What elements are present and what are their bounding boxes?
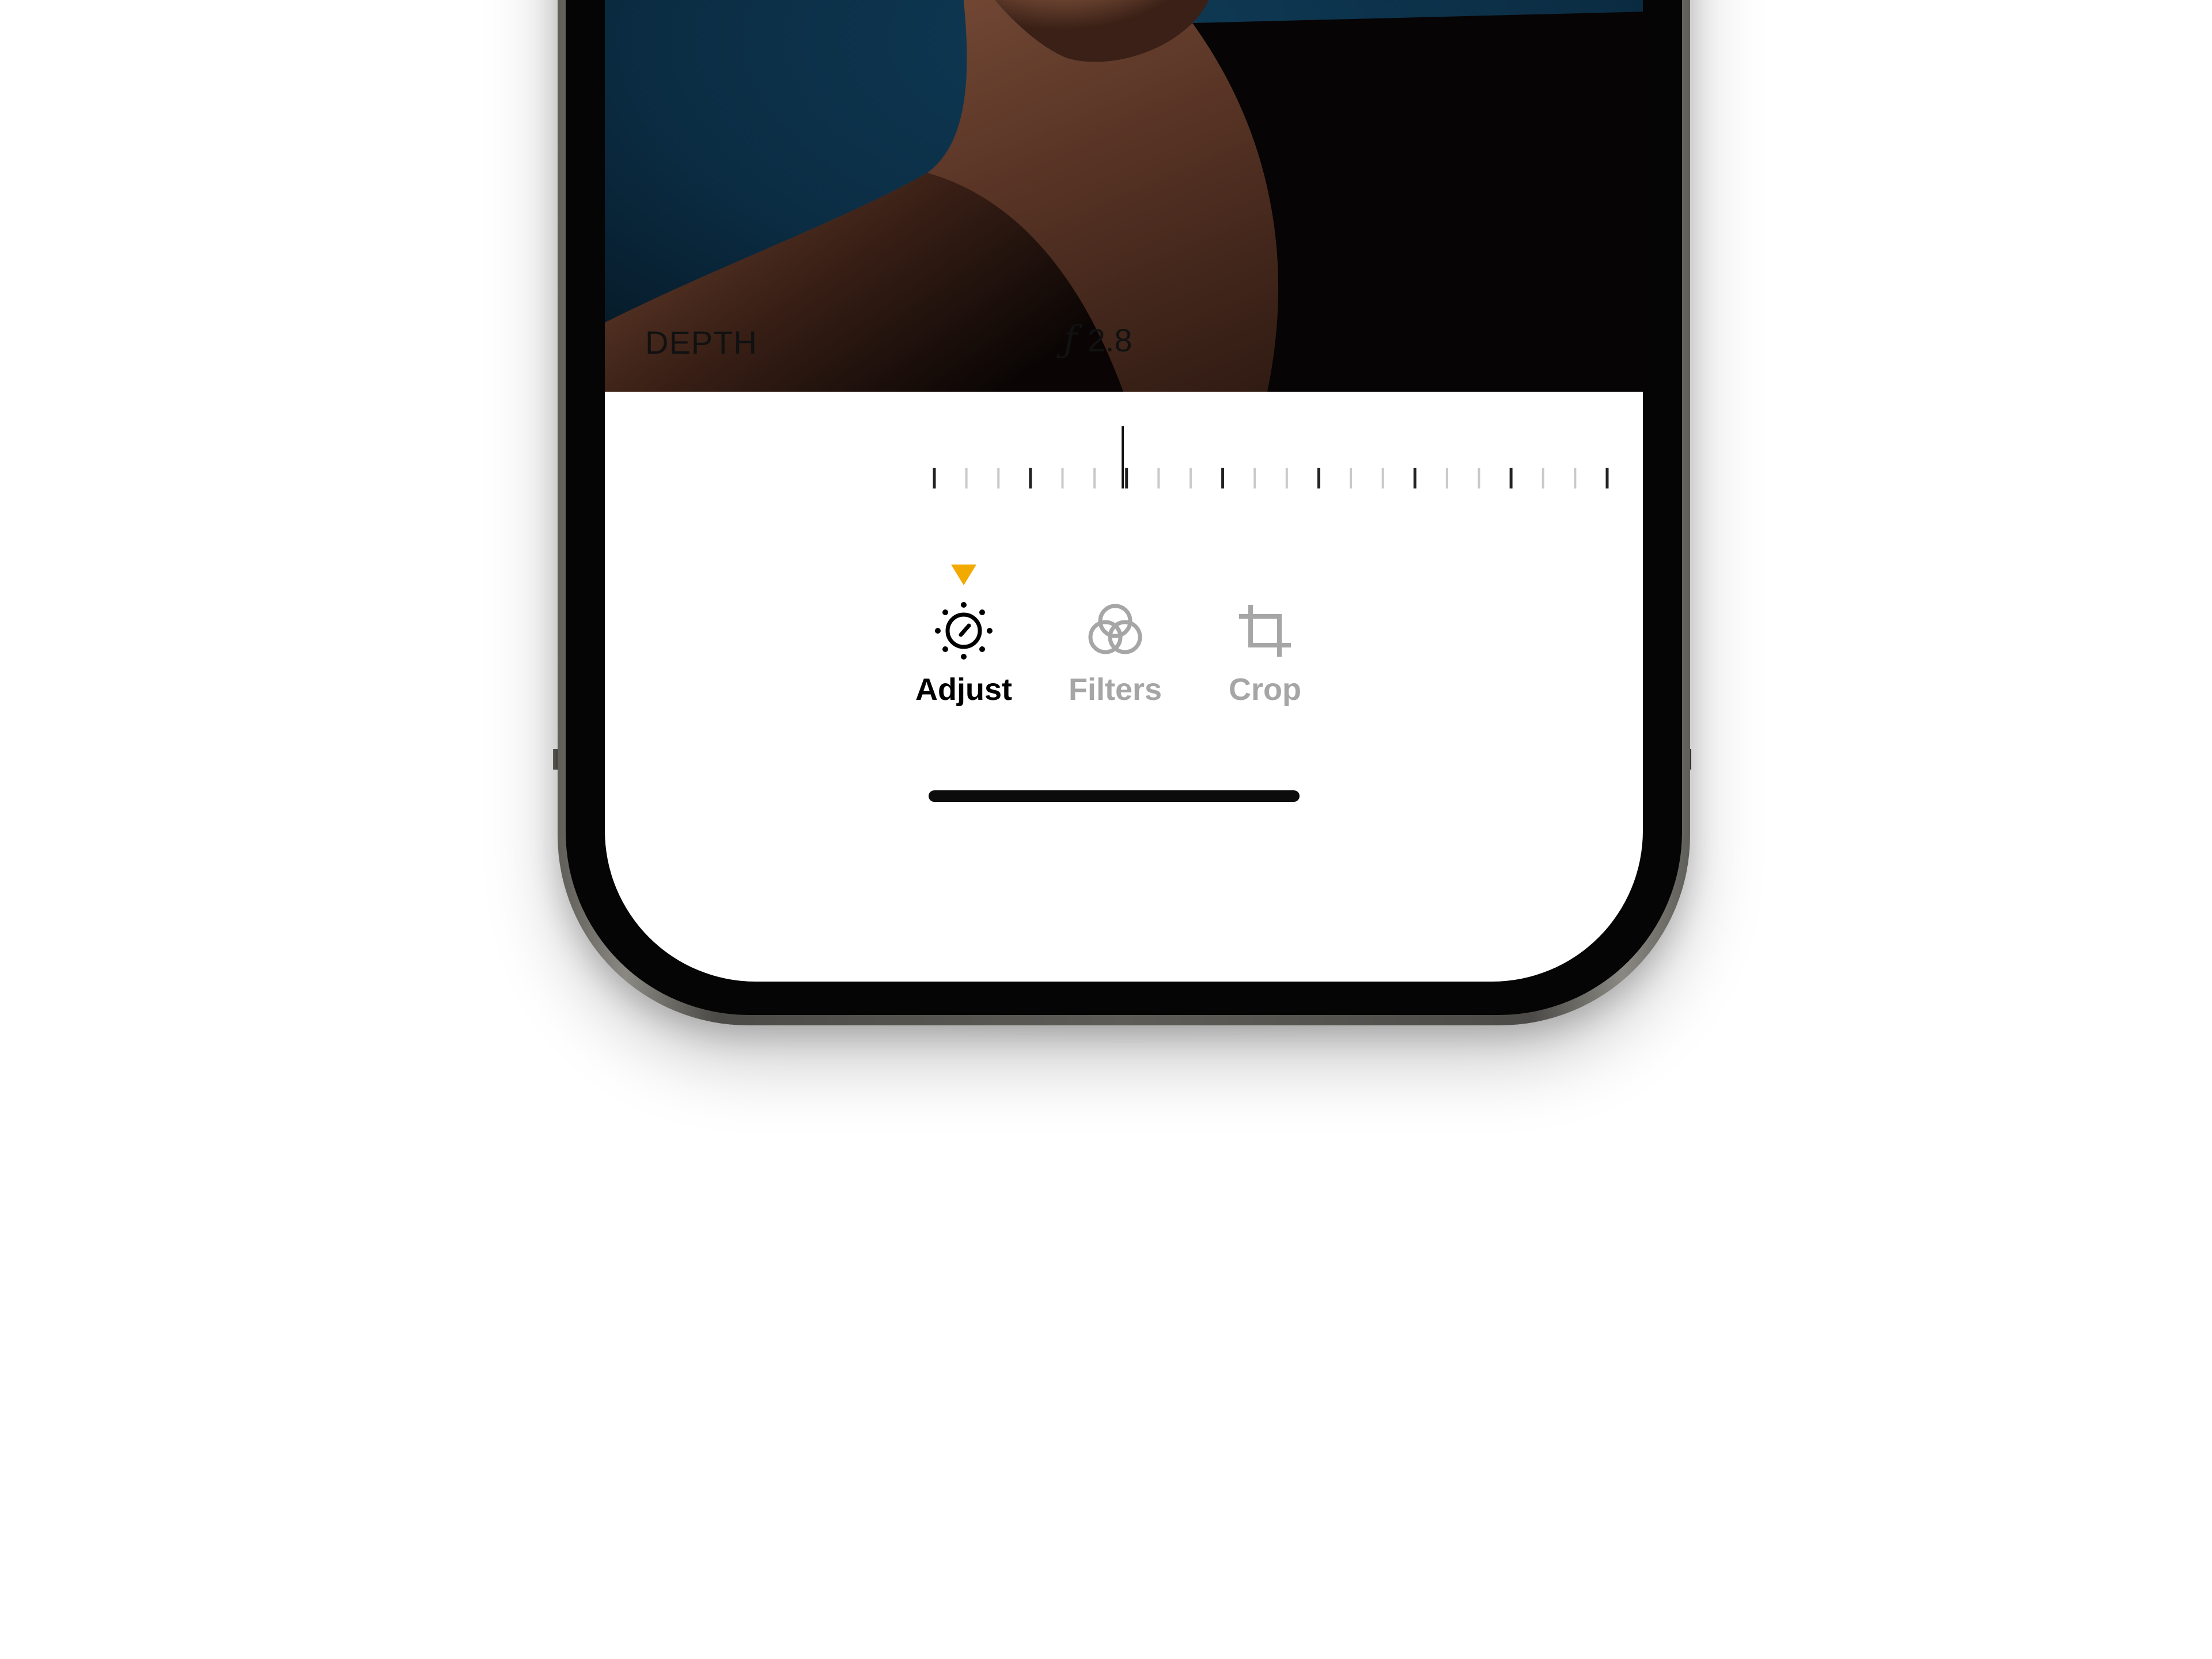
tab-adjust[interactable]: Adjust xyxy=(889,599,1039,726)
filters-circles-icon xyxy=(1088,604,1142,654)
phone-screen: DEPTH ƒ 2.8 Adjust Filters Crop xyxy=(605,0,1643,982)
phone-frame: DEPTH ƒ 2.8 Adjust Filters Crop xyxy=(558,0,1690,1025)
tab-label-crop: Crop xyxy=(1229,672,1301,707)
tab-filters[interactable]: Filters xyxy=(1040,599,1190,726)
slider-ticks xyxy=(933,468,1609,488)
adjust-dial-icon xyxy=(935,602,993,660)
aperture-value: 2.8 xyxy=(1087,322,1132,358)
tab-label-filters: Filters xyxy=(1068,672,1162,707)
parameter-label: DEPTH xyxy=(645,324,757,361)
home-indicator[interactable] xyxy=(929,790,1300,802)
aperture-f-icon: ƒ xyxy=(1063,318,1077,361)
tab-crop[interactable]: Crop xyxy=(1190,599,1340,726)
depth-slider[interactable] xyxy=(605,415,1643,507)
active-tab-indicator xyxy=(951,565,976,585)
tab-label-adjust: Adjust xyxy=(915,672,1012,707)
tab-bar: Adjust Filters Crop xyxy=(605,553,1643,726)
crop-icon xyxy=(1239,605,1291,657)
aperture-readout: ƒ 2.8 xyxy=(1063,318,1132,361)
phone-bezel: DEPTH ƒ 2.8 Adjust Filters Crop xyxy=(566,0,1682,1015)
